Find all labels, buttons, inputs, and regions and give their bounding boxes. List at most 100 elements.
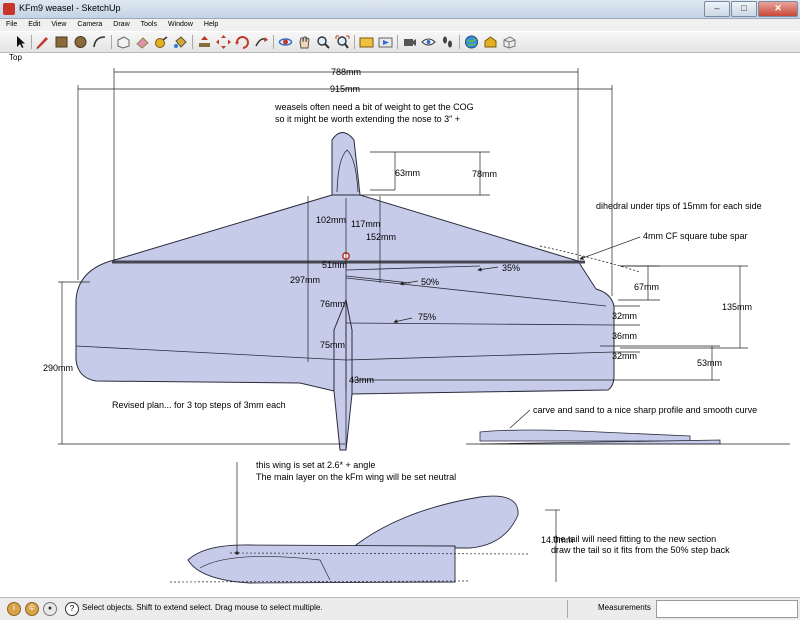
tail-note-line2: draw the tail so it fits from the 50% st…: [551, 545, 730, 555]
geo-location-icon[interactable]: i: [7, 602, 21, 616]
rectangle-icon: [55, 36, 68, 48]
next-view-icon: [378, 37, 393, 48]
pencil-icon: [36, 37, 48, 49]
push-pull-tool-button[interactable]: [196, 34, 213, 50]
title-bar: KFm9 weasel - SketchUp – □ ✕: [0, 0, 800, 19]
menu-draw[interactable]: Draw: [107, 19, 134, 31]
circle-tool-button[interactable]: [72, 34, 89, 50]
dim-51: 51mm: [322, 260, 347, 270]
toolbar: [0, 32, 800, 53]
dim-290: 290mm: [43, 363, 73, 373]
menu-file[interactable]: File: [0, 19, 22, 31]
close-button[interactable]: ✕: [758, 1, 798, 17]
angle-note-line2: The main layer on the kFm wing will be s…: [256, 472, 456, 482]
dim-32-bottom: 32mm: [612, 351, 637, 361]
measurements-label: Measurements: [598, 603, 651, 612]
window-title: KFm9 weasel - SketchUp: [19, 3, 121, 13]
footprints-icon: [443, 36, 452, 48]
magnifier-icon: [317, 36, 330, 49]
carve-note: carve and sand to a nice sharp profile a…: [533, 405, 757, 415]
cog-note-line1: weasels often need a bit of weight to ge…: [274, 102, 474, 112]
component-library-tool-button[interactable]: [501, 34, 518, 50]
tape-measure-icon: [155, 36, 168, 48]
dim-135: 135mm: [722, 302, 752, 312]
move-tool-button[interactable]: [215, 34, 232, 50]
orbit-tool-button[interactable]: [277, 34, 294, 50]
menu-camera[interactable]: Camera: [71, 19, 107, 31]
rectangle-tool-button[interactable]: [53, 34, 70, 50]
arrow-cursor-icon: [17, 36, 25, 48]
menu-edit[interactable]: Edit: [22, 19, 45, 31]
measurements-input[interactable]: [656, 600, 798, 618]
wing-profile-section[interactable]: [479, 429, 721, 445]
dim-32-top: 32mm: [612, 311, 637, 321]
dim-67: 67mm: [634, 282, 659, 292]
dim-78: 78mm: [472, 169, 497, 179]
dim-152: 152mm: [366, 232, 396, 242]
follow-me-tool-button[interactable]: [253, 34, 270, 50]
rotate-tool-button[interactable]: [234, 34, 251, 50]
share-model-icon: [484, 36, 497, 48]
revised-plan-note: Revised plan... for 3 top steps of 3mm e…: [112, 400, 286, 410]
dim-63: 63mm: [395, 168, 420, 178]
next-view-tool-button[interactable]: [377, 34, 394, 50]
rotate-icon: [235, 36, 249, 49]
paint-bucket-icon: [174, 36, 187, 48]
dim-915: 915mm: [330, 84, 360, 94]
view-label: Top: [9, 53, 22, 62]
dim-53: 53mm: [697, 358, 722, 368]
menu-tools[interactable]: Tools: [135, 19, 162, 31]
previous-view-tool-button[interactable]: [358, 34, 375, 50]
pencil-tool-button[interactable]: [34, 34, 51, 50]
look-around-tool-button[interactable]: [420, 34, 437, 50]
folder-view-icon: [359, 37, 374, 48]
menu-help[interactable]: Help: [198, 19, 223, 31]
select-tool-button[interactable]: [12, 34, 29, 50]
dim-75: 75mm: [320, 340, 345, 350]
dim-102: 102mm: [316, 215, 346, 225]
dim-788: 788mm: [331, 67, 361, 77]
sketchup-app-icon[interactable]: [3, 3, 15, 15]
minimize-button[interactable]: –: [704, 1, 730, 17]
arc-tool-button[interactable]: [91, 34, 108, 50]
fuselage-side-view[interactable]: [187, 495, 519, 584]
component-library-icon: [503, 36, 516, 49]
dim-43: 43mm: [349, 375, 374, 385]
user-icon[interactable]: ●: [43, 602, 57, 616]
help-icon[interactable]: ?: [65, 602, 79, 616]
status-text: Select objects. Shift to extend select. …: [82, 603, 323, 612]
orbit-icon: [278, 38, 293, 46]
zoom-extents-tool-button[interactable]: [334, 34, 351, 50]
get-models-tool-button[interactable]: [463, 34, 480, 50]
status-bar: i © ● ? Select objects. Shift to extend …: [0, 597, 800, 620]
tape-measure-tool-button[interactable]: [153, 34, 170, 50]
cog-note-line2: so it might be worth extending the nose …: [275, 114, 460, 124]
component-icon: [117, 36, 130, 49]
push-pull-icon: [199, 36, 210, 47]
eraser-tool-button[interactable]: [134, 34, 151, 50]
zoom-tool-button[interactable]: [315, 34, 332, 50]
menu-view[interactable]: View: [45, 19, 71, 31]
eraser-icon: [136, 37, 149, 49]
tail-note-line1: the tail will need fitting to the new se…: [553, 534, 716, 544]
pan-tool-button[interactable]: [296, 34, 313, 50]
share-model-tool-button[interactable]: [482, 34, 499, 50]
walk-tool-button[interactable]: [439, 34, 456, 50]
maximize-button[interactable]: □: [731, 1, 757, 17]
dim-297: 297mm: [290, 275, 320, 285]
circle-icon: [74, 36, 87, 48]
dim-76: 76mm: [320, 299, 345, 309]
fuselage-nose[interactable]: [331, 132, 361, 196]
menu-window[interactable]: Window: [162, 19, 198, 31]
paint-bucket-tool-button[interactable]: [172, 34, 189, 50]
weasel-plan-drawing[interactable]: 788mm 915mm weasels often need a bit of …: [0, 53, 800, 597]
credits-icon[interactable]: ©: [25, 602, 39, 616]
percent-35: 35%: [502, 263, 520, 273]
drawing-viewport[interactable]: 788mm 915mm weasels often need a bit of …: [0, 53, 800, 597]
make-component-tool-button[interactable]: [115, 34, 132, 50]
spar-note: 4mm CF square tube spar: [643, 231, 748, 241]
position-camera-tool-button[interactable]: [401, 34, 418, 50]
hand-icon: [299, 36, 310, 49]
dim-36: 36mm: [612, 331, 637, 341]
zoom-extents-icon: [335, 35, 350, 49]
